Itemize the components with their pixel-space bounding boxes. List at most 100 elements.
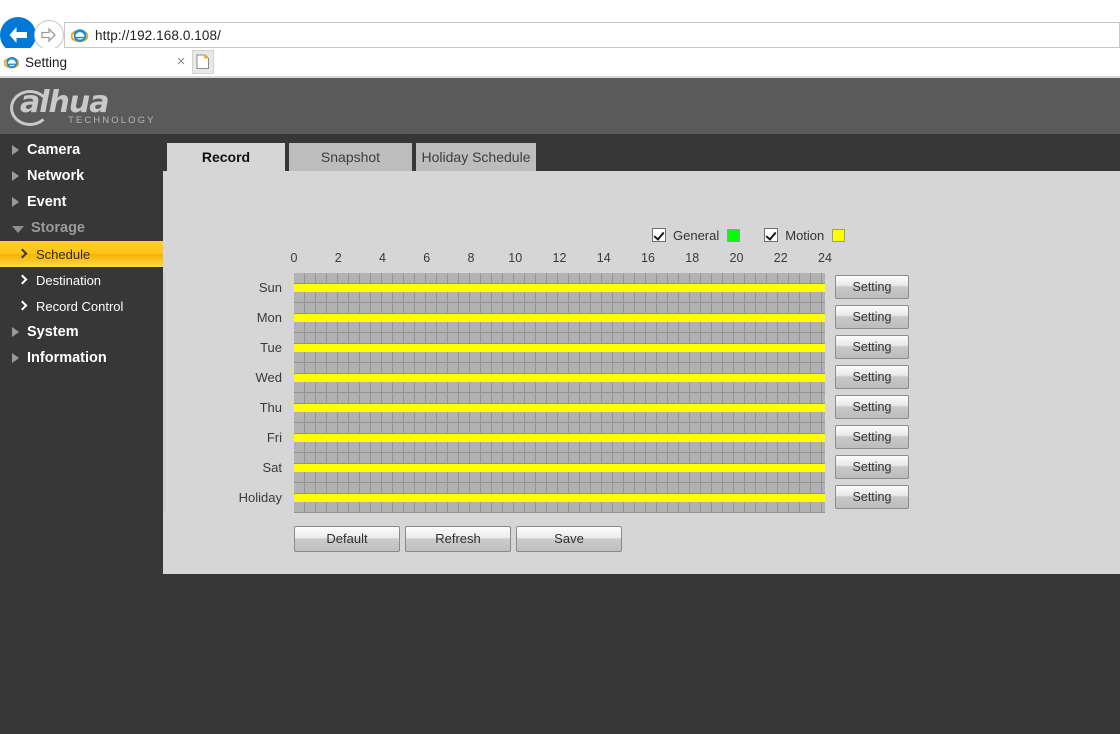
tab-record[interactable]: Record xyxy=(167,143,287,171)
sidebar-item-camera[interactable]: Camera xyxy=(0,137,163,163)
time-tick-label: 18 xyxy=(685,251,700,265)
forward-arrow-icon xyxy=(41,27,56,43)
day-label: Holiday xyxy=(238,490,282,505)
sidebar-item-network[interactable]: Network xyxy=(0,163,163,189)
schedule-row[interactable] xyxy=(294,393,825,423)
schedule-time-bar[interactable] xyxy=(294,464,825,472)
schedule-cells[interactable] xyxy=(294,483,825,494)
day-label: Sat xyxy=(262,460,282,475)
dahua-logo: alhua TECHNOLOGY xyxy=(10,88,240,126)
schedule-cells[interactable] xyxy=(294,472,825,483)
setting-button[interactable]: Setting xyxy=(835,455,909,479)
schedule-cells[interactable] xyxy=(294,303,825,314)
refresh-button[interactable]: Refresh xyxy=(405,526,511,552)
schedule-time-bar[interactable] xyxy=(294,284,825,292)
time-tick-label: 22 xyxy=(773,251,788,265)
sidebar-item-label: System xyxy=(27,324,79,340)
address-bar[interactable]: http://192.168.0.108/ xyxy=(64,22,1120,48)
schedule-row[interactable] xyxy=(294,303,825,333)
sidebar: Camera Network Event Storage Schedule De… xyxy=(0,134,163,734)
schedule-row[interactable] xyxy=(294,423,825,453)
time-axis: 0 2 4 6 8 10 12 14 16 18 20 22 24 xyxy=(291,251,832,269)
schedule-time-bar[interactable] xyxy=(294,494,825,502)
sidebar-item-label: Record Control xyxy=(36,298,124,314)
schedule-time-bar[interactable] xyxy=(294,434,825,442)
logo-wordmark: alhua xyxy=(20,85,109,120)
sidebar-item-record-control[interactable]: Record Control xyxy=(0,293,163,319)
schedule-cells[interactable] xyxy=(294,352,825,363)
time-tick-label: 0 xyxy=(290,251,298,265)
setting-button[interactable]: Setting xyxy=(835,335,909,359)
browser-tab[interactable]: Setting xyxy=(0,48,190,76)
schedule-cells[interactable] xyxy=(294,453,825,464)
time-tick-label: 6 xyxy=(423,251,431,265)
sidebar-item-event[interactable]: Event xyxy=(0,189,163,215)
schedule-time-bar[interactable] xyxy=(294,344,825,352)
schedule-cells[interactable] xyxy=(294,442,825,453)
day-label: Sun xyxy=(258,280,282,295)
schedule-cells[interactable] xyxy=(294,363,825,374)
tab-holiday-schedule[interactable]: Holiday Schedule xyxy=(416,143,538,171)
setting-button[interactable]: Setting xyxy=(835,425,909,449)
schedule-row[interactable] xyxy=(294,273,825,303)
sidebar-item-label: Destination xyxy=(36,272,102,288)
sidebar-item-label: Schedule xyxy=(36,246,91,262)
day-label: Tue xyxy=(260,340,282,355)
day-label: Wed xyxy=(255,370,283,385)
new-tab-icon[interactable] xyxy=(192,50,214,74)
setting-button[interactable]: Setting xyxy=(835,395,909,419)
schedule-row[interactable] xyxy=(294,483,825,513)
chevron-right-icon xyxy=(12,353,19,363)
schedule-cells[interactable] xyxy=(294,322,825,333)
day-label: Thu xyxy=(259,400,282,415)
setting-button[interactable]: Setting xyxy=(835,365,909,389)
schedule-time-bar[interactable] xyxy=(294,404,825,412)
chevron-right-icon xyxy=(12,197,19,207)
ie-logo-icon xyxy=(3,55,20,70)
sidebar-item-label: Camera xyxy=(27,142,81,158)
schedule-row[interactable] xyxy=(294,453,825,483)
default-button[interactable]: Default xyxy=(294,526,400,552)
sidebar-item-system[interactable]: System xyxy=(0,319,163,345)
tab-snapshot[interactable]: Snapshot xyxy=(289,143,414,171)
time-tick-label: 24 xyxy=(818,251,832,265)
browser-nav-bar: http://192.168.0.108/ xyxy=(0,0,1120,53)
browser-chrome: http://192.168.0.108/ Setting × xyxy=(0,0,1120,78)
schedule-row[interactable] xyxy=(294,333,825,363)
time-tick-label: 12 xyxy=(552,251,567,265)
sidebar-item-storage[interactable]: Storage xyxy=(0,215,163,241)
time-tick-label: 16 xyxy=(641,251,655,265)
schedule-cells[interactable] xyxy=(294,273,825,284)
close-icon[interactable]: × xyxy=(172,53,190,71)
schedule-grid: 0 2 4 6 8 10 12 14 16 18 20 22 24 Sun Setting Mon Setti… xyxy=(163,171,1120,574)
save-button[interactable]: Save xyxy=(516,526,622,552)
sidebar-item-label: Information xyxy=(27,350,107,366)
sidebar-item-schedule[interactable]: Schedule xyxy=(0,241,163,267)
schedule-cells[interactable] xyxy=(294,333,825,344)
sidebar-item-label: Event xyxy=(27,194,67,210)
back-arrow-icon xyxy=(9,27,27,43)
chevron-right-icon xyxy=(18,275,28,285)
schedule-cells[interactable] xyxy=(294,412,825,423)
schedule-cells[interactable] xyxy=(294,393,825,404)
schedule-time-bar[interactable] xyxy=(294,314,825,322)
schedule-row[interactable] xyxy=(294,363,825,393)
time-tick-label: 10 xyxy=(508,251,523,265)
chevron-right-icon xyxy=(18,249,28,259)
address-text: http://192.168.0.108/ xyxy=(95,27,221,43)
setting-button[interactable]: Setting xyxy=(835,485,909,509)
schedule-cells[interactable] xyxy=(294,502,825,513)
schedule-time-bar[interactable] xyxy=(294,374,825,382)
setting-button[interactable]: Setting xyxy=(835,275,909,299)
ie-logo-icon xyxy=(70,27,89,44)
content-area: Record Snapshot Holiday Schedule General… xyxy=(163,134,1120,574)
schedule-cells[interactable] xyxy=(294,382,825,393)
forward-button[interactable] xyxy=(34,20,64,50)
tab-bar: Record Snapshot Holiday Schedule xyxy=(163,143,1120,171)
schedule-cells[interactable] xyxy=(294,292,825,303)
setting-button[interactable]: Setting xyxy=(835,305,909,329)
time-tick-label: 4 xyxy=(379,251,386,265)
schedule-cells[interactable] xyxy=(294,423,825,434)
sidebar-item-information[interactable]: Information xyxy=(0,345,163,371)
sidebar-item-destination[interactable]: Destination xyxy=(0,267,163,293)
